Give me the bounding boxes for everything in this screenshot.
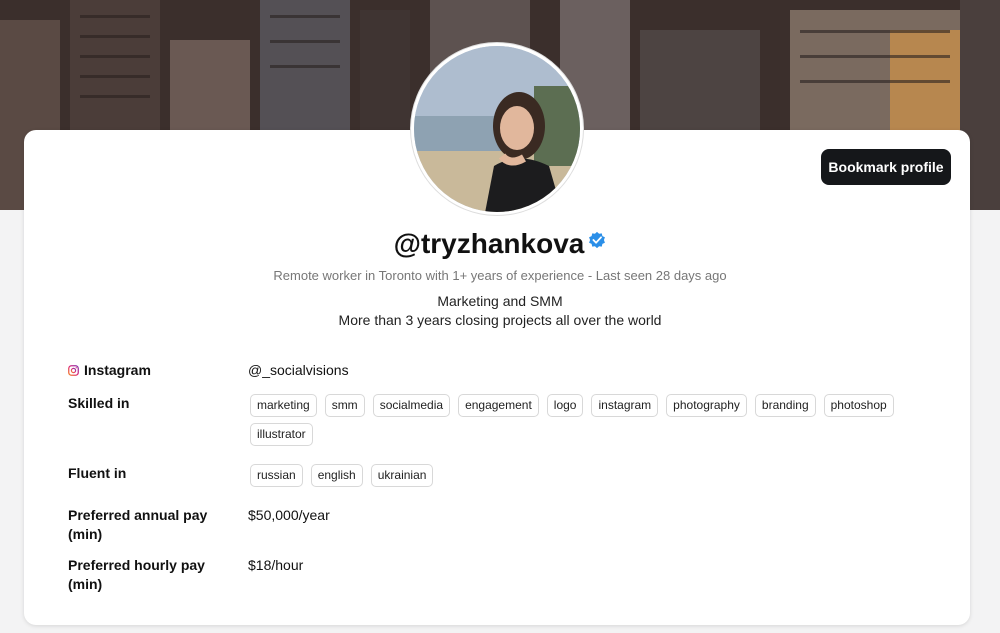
instagram-label-text: Instagram (84, 362, 151, 378)
hourly-pay-row: Preferred hourly pay (min) $18/hour (68, 556, 928, 596)
skill-tag[interactable]: marketing (250, 394, 317, 417)
languages-row: Fluent in russian english ukrainian (68, 464, 928, 494)
skills-tag-list: marketing smm socialmedia engagement logo ins… (250, 394, 920, 446)
skill-tag[interactable]: logo (546, 394, 584, 417)
languages-tag-list: russian english ukrainian (250, 464, 920, 487)
language-tag[interactable]: english (310, 464, 363, 487)
annual-pay-label-line2: (min) (68, 526, 103, 542)
bookmark-profile-button[interactable]: Bookmark profile (821, 149, 951, 185)
profile-bio: Marketing and SMM More than 3 years clos… (0, 292, 1000, 330)
profile-handle-heading: @tryzhankova (0, 228, 1000, 260)
hourly-pay-value: $18/hour (248, 557, 304, 573)
annual-pay-row: Preferred annual pay (min) $50,000/year (68, 506, 928, 546)
skill-tag[interactable]: branding (754, 394, 816, 417)
profile-subtitle: Remote worker in Toronto with 1+ years o… (273, 268, 727, 283)
avatar (411, 43, 583, 215)
annual-pay-value: $50,000/year (248, 507, 330, 523)
avatar-photo (414, 46, 580, 212)
annual-pay-label-line1: Preferred annual pay (68, 507, 208, 523)
hourly-pay-label-line1: Preferred hourly pay (68, 557, 205, 573)
instagram-handle-link[interactable]: @_socialvisions (248, 361, 349, 380)
instagram-label: Instagram (68, 361, 228, 380)
annual-pay-label: Preferred annual pay (min) (68, 506, 228, 544)
bio-line-2: More than 3 years closing projects all o… (338, 312, 662, 328)
skill-tag[interactable]: illustrator (250, 423, 313, 446)
language-tag[interactable]: ukrainian (370, 464, 434, 487)
skill-tag[interactable]: engagement (458, 394, 539, 417)
verified-badge-icon (589, 231, 606, 249)
hourly-pay-label-line2: (min) (68, 576, 103, 592)
language-tag[interactable]: russian (250, 464, 303, 487)
instagram-row: Instagram @_socialvisions (68, 361, 928, 381)
skill-tag[interactable]: socialmedia (372, 394, 451, 417)
skills-row: Skilled in marketing smm socialmedia engage… (68, 394, 928, 454)
instagram-icon (68, 365, 79, 376)
bio-line-1: Marketing and SMM (437, 293, 563, 309)
fluent-in-label: Fluent in (68, 465, 127, 481)
handle-text: @tryzhankova (393, 228, 585, 259)
skill-tag[interactable]: photoshop (823, 394, 894, 417)
hourly-pay-label: Preferred hourly pay (min) (68, 556, 228, 594)
skilled-in-label: Skilled in (68, 395, 130, 411)
skill-tag[interactable]: photography (666, 394, 747, 417)
skill-tag[interactable]: smm (324, 394, 365, 417)
skill-tag[interactable]: instagram (591, 394, 659, 417)
